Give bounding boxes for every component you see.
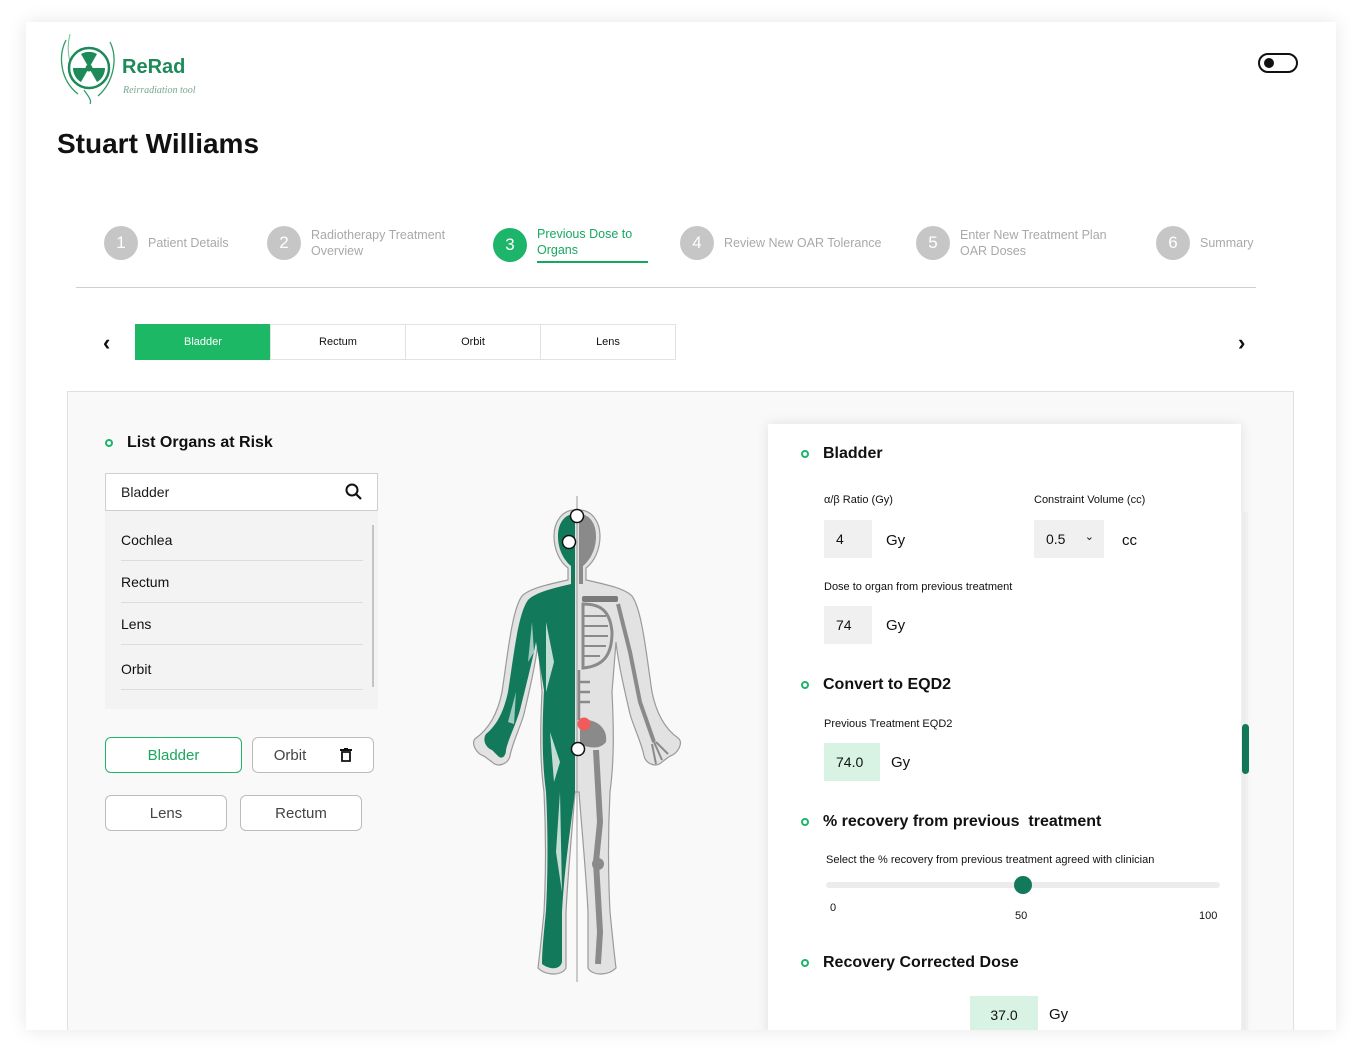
slider-mid-label: 50 <box>1015 910 1028 922</box>
detail-scrollbar[interactable] <box>1242 724 1249 774</box>
constraint-volume-unit: cc <box>1122 532 1137 549</box>
step-number: 2 <box>267 226 301 260</box>
step-number: 3 <box>493 227 527 262</box>
trash-icon[interactable] <box>340 748 353 762</box>
organs-title-text: List Organs at Risk <box>127 434 273 451</box>
chip-orbit[interactable]: Orbit <box>252 737 374 773</box>
step-review-oar[interactable]: 4 Review New OAR Tolerance <box>680 226 894 260</box>
prev-dose-label: Dose to organ from previous treatment <box>824 581 1013 593</box>
step-number: 6 <box>1156 226 1190 260</box>
eqd2-value: 74.0 <box>824 743 880 781</box>
prev-dose-unit: Gy <box>886 617 906 634</box>
recovery-title-text: % recovery from previous treatment <box>823 813 1102 830</box>
step-previous-dose[interactable]: 3 Previous Dose to Organs <box>493 226 648 263</box>
chip-rectum[interactable]: Rectum <box>240 795 362 831</box>
eye-marker-icon[interactable] <box>561 534 577 550</box>
corrected-title-text: Recovery Corrected Dose <box>823 954 1019 971</box>
slider-min-label: 0 <box>830 902 837 914</box>
alpha-beta-input[interactable]: 4 <box>824 520 872 558</box>
organ-dropdown-list: Cochlea Rectum Lens Orbit <box>105 511 378 709</box>
step-label: Patient Details <box>148 236 229 250</box>
step-patient-details[interactable]: 1 Patient Details <box>104 226 248 260</box>
step-number: 1 <box>104 226 138 260</box>
bladder-marker-icon[interactable] <box>577 717 591 731</box>
bullet-icon <box>105 439 113 447</box>
prev-dose-input[interactable]: 74 <box>824 606 872 644</box>
constraint-volume-label: Constraint Volume (cc) <box>1034 494 1146 506</box>
organ-detail-card: Bladder α/β Ratio (Gy) 4 Gy Constraint V… <box>768 424 1241 1030</box>
chip-bladder[interactable]: Bladder <box>105 737 242 773</box>
chip-lens[interactable]: Lens <box>105 795 227 831</box>
alpha-beta-unit: Gy <box>886 532 906 549</box>
corrected-dose-value: 37.0 <box>970 996 1038 1030</box>
step-label: Enter New Treatment Plan OAR Doses <box>960 228 1107 258</box>
organ-option-orbit[interactable]: Orbit <box>121 648 363 690</box>
chip-label: Bladder <box>147 746 200 764</box>
organ-option-cochlea[interactable]: Cochlea <box>121 519 363 561</box>
bullet-icon <box>801 959 809 967</box>
recovery-slider-thumb[interactable] <box>1014 876 1032 894</box>
corrected-section-title: Recovery Corrected Dose <box>801 954 1019 972</box>
search-icon[interactable] <box>345 483 363 501</box>
alpha-beta-label: α/β Ratio (Gy) <box>824 494 893 506</box>
chip-label: Orbit <box>273 746 307 764</box>
chip-label: Rectum <box>275 804 327 822</box>
step-radiotherapy-overview[interactable]: 2 Radiotherapy Treatment Overview <box>267 226 471 260</box>
organ-option-lens[interactable]: Lens <box>121 603 363 645</box>
organ-option-rectum[interactable]: Rectum <box>121 561 363 603</box>
head-marker-icon[interactable] <box>569 508 585 524</box>
patient-name: Stuart Williams <box>57 128 260 159</box>
tab-lens[interactable]: Lens <box>540 324 676 360</box>
bullet-icon <box>801 818 809 826</box>
step-number: 4 <box>680 226 714 260</box>
step-label: Review New OAR Tolerance <box>724 236 882 250</box>
step-number: 5 <box>916 226 950 260</box>
constraint-volume-select[interactable]: 0.5 ⌄ <box>1034 520 1104 558</box>
bullet-icon <box>801 681 809 689</box>
search-value: Bladder <box>121 484 170 500</box>
constraint-volume-value: 0.5 <box>1046 531 1066 547</box>
body-diagram <box>472 496 682 982</box>
app-card: ReRad Reirradiation tool Stuart Williams… <box>26 22 1336 1030</box>
chip-label: Lens <box>149 804 183 822</box>
eqd2-label: Previous Treatment EQD2 <box>824 718 953 730</box>
recovery-section-title: % recovery from previous treatment <box>801 813 1101 831</box>
logo-name: ReRad <box>122 56 186 78</box>
radiation-logo-icon <box>60 33 115 104</box>
recovery-slider[interactable] <box>826 876 1220 894</box>
stepper-divider <box>76 287 1256 288</box>
tab-bladder[interactable]: Bladder <box>135 324 271 360</box>
chevron-down-icon: ⌄ <box>1084 531 1094 543</box>
step-new-plan[interactable]: 5 Enter New Treatment Plan OAR Doses <box>916 226 1130 260</box>
list-scrollbar[interactable] <box>372 525 374 687</box>
theme-toggle[interactable] <box>1258 53 1298 73</box>
eqd2-unit: Gy <box>891 754 911 771</box>
organs-section-title: List Organs at Risk <box>105 434 273 452</box>
tab-rectum[interactable]: Rectum <box>270 324 406 360</box>
organ-search-input[interactable]: Bladder <box>105 473 378 511</box>
bullet-icon <box>801 450 809 458</box>
slider-max-label: 100 <box>1199 910 1218 922</box>
step-summary[interactable]: 6 Summary <box>1156 226 1253 260</box>
step-label: Summary <box>1200 236 1254 250</box>
logo: ReRad Reirradiation tool <box>56 30 236 106</box>
detail-organ-name: Bladder <box>823 445 883 462</box>
chevron-left-icon[interactable]: ‹ <box>103 330 110 356</box>
chevron-right-icon[interactable]: › <box>1238 330 1245 356</box>
tab-orbit[interactable]: Orbit <box>405 324 541 360</box>
eqd2-title-text: Convert to EQD2 <box>823 676 952 693</box>
organ-tabs: Bladder Rectum Orbit Lens <box>135 324 676 360</box>
step-label: Previous Dose to Organs <box>537 226 648 263</box>
detail-organ-title: Bladder <box>801 445 883 463</box>
recovery-instruction: Select the % recovery from previous trea… <box>826 854 1155 866</box>
corrected-dose-unit: Gy <box>1049 1006 1069 1023</box>
logo-subtitle: Reirradiation tool <box>123 85 196 96</box>
toggle-knob <box>1264 58 1274 68</box>
pelvis-marker-icon[interactable] <box>570 741 586 757</box>
step-label: Radiotherapy Treatment Overview <box>311 228 446 258</box>
eqd2-section-title: Convert to EQD2 <box>801 676 951 694</box>
